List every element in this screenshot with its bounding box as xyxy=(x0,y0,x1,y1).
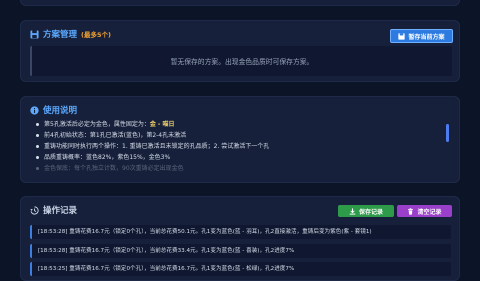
plan-empty-text: 暂无保存的方案。出现金色品质时可保存方案。 xyxy=(170,58,314,66)
usage-list-container[interactable]: 第5孔激活后必定为金色，属性固定为：金 - 喵日 前4孔初始状态：第1孔已激活(… xyxy=(30,119,448,177)
usage-item: 金色保底：每个孔独立计数，90次重铸必定出现金色 xyxy=(30,163,448,174)
usage-list: 第5孔激活后必定为金色，属性固定为：金 - 喵日 前4孔初始状态：第1孔已激活(… xyxy=(30,119,448,174)
usage-item: 品质重铸概率：蓝色82%，紫色15%，金色3% xyxy=(30,152,448,163)
save-current-plan-label: 暂存当前方案 xyxy=(408,33,445,41)
clear-log-label: 清空记录 xyxy=(417,208,442,216)
usage-scrollbar[interactable] xyxy=(446,124,449,142)
plan-limit-note: (最多5个) xyxy=(81,31,111,39)
usage-instructions-panel: 使用说明 第5孔激活后必定为金色，属性固定为：金 - 喵日 前4孔初始状态：第1… xyxy=(20,96,460,183)
info-circle-icon xyxy=(30,105,39,115)
save-icon xyxy=(398,32,406,40)
log-title: 操作记录 xyxy=(43,206,78,216)
history-icon xyxy=(30,205,39,215)
log-entry: [18:53:28] 重铸花费16.7元（锁定0个孔），当前总花费50.1元。孔… xyxy=(30,225,451,239)
plan-header: 方案管理 (最多5个) xyxy=(30,28,111,40)
download-icon xyxy=(349,207,356,215)
log-list[interactable]: [18:53:28] 重铸花费16.7元（锁定0个孔），当前总花费50.1元。孔… xyxy=(30,225,451,281)
save-log-label: 保存记录 xyxy=(358,208,383,216)
usage-item: 第5孔激活后必定为金色，属性固定为：金 - 喵日 xyxy=(30,119,448,130)
log-header: 操作记录 xyxy=(30,204,77,216)
previous-panel-edge xyxy=(20,0,460,6)
usage-header: 使用说明 xyxy=(30,104,77,116)
usage-item: 重铸功能同时执行两个操作：1. 重铸已激活且未锁定的孔品质；2. 尝试激活下一个… xyxy=(30,141,448,152)
plan-management-panel: 方案管理 (最多5个) 暂存当前方案 暂无保存的方案。出现金色品质时可保存方案。 xyxy=(20,20,460,82)
plan-empty-state: 暂无保存的方案。出现金色品质时可保存方案。 xyxy=(30,46,452,76)
trash-icon xyxy=(408,207,414,215)
usage-highlight: 金 - 喵日 xyxy=(149,121,175,128)
log-entry: [18:53:25] 重铸花费16.7元（锁定0个孔），当前总花费16.7元。孔… xyxy=(30,262,451,276)
save-log-button[interactable]: 保存记录 xyxy=(338,205,394,217)
floppy-disk-icon xyxy=(30,29,39,39)
usage-item: 前4孔初始状态：第1孔已激活(蓝色)，第2-4孔未激活 xyxy=(30,130,448,141)
log-entry: [18:53:28] 重铸花费16.7元（锁定0个孔），当前总花费33.4元。孔… xyxy=(30,243,451,258)
operation-log-panel: 操作记录 保存记录 清空记录 [18:53:28] 重铸花费16.7元（锁定0个… xyxy=(20,196,460,281)
clear-log-button[interactable]: 清空记录 xyxy=(397,205,452,217)
usage-title: 使用说明 xyxy=(43,106,78,116)
save-current-plan-button[interactable]: 暂存当前方案 xyxy=(390,29,453,43)
plan-title: 方案管理 xyxy=(43,30,78,40)
